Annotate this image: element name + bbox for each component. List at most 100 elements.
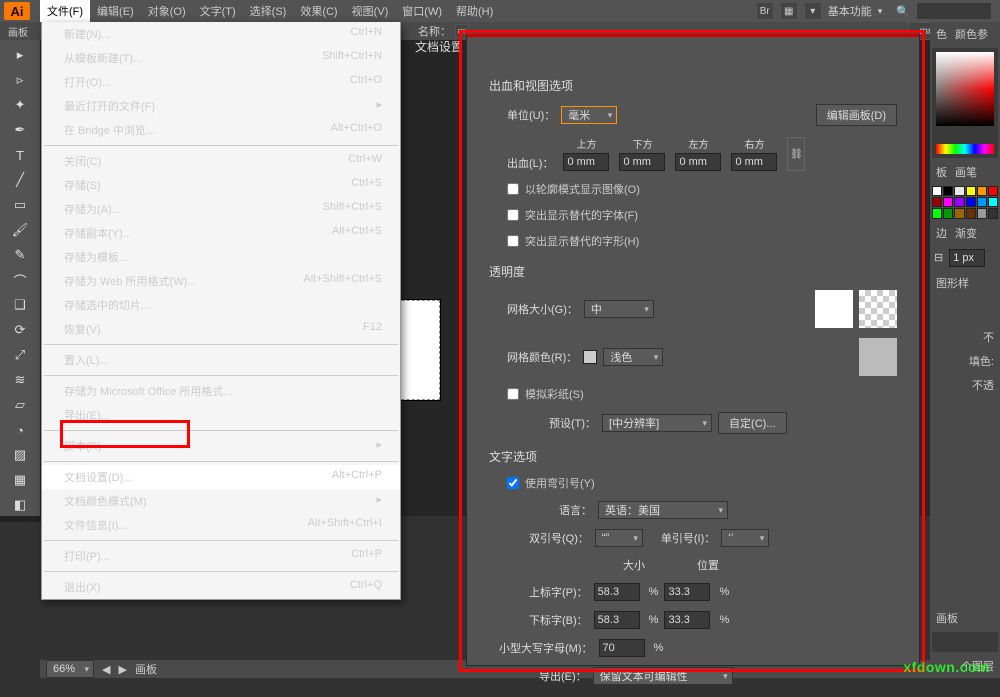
bleed-left-input[interactable] bbox=[675, 153, 721, 171]
menu-object[interactable]: 对象(O) bbox=[141, 0, 193, 22]
nav-prev-icon[interactable]: ◀ bbox=[102, 663, 110, 676]
outline-mode-check[interactable]: 以轮廓模式显示图像(O) bbox=[489, 181, 897, 197]
highlight-fonts-check[interactable]: 突出显示替代的字体(F) bbox=[489, 207, 897, 223]
menu-file[interactable]: 文件(F) bbox=[40, 0, 90, 22]
file-menu-item[interactable]: 存储为 Microsoft Office 所用格式... bbox=[42, 379, 400, 403]
workspace-label[interactable]: 基本功能 bbox=[828, 3, 872, 19]
file-menu-item[interactable]: 打开(O)...Ctrl+O bbox=[42, 70, 400, 94]
curly-quotes-check[interactable]: 使用弯引号(Y) bbox=[489, 475, 897, 491]
grid-size-select[interactable]: 中 bbox=[584, 300, 654, 318]
file-menu-item[interactable]: 导出(E)... bbox=[42, 403, 400, 427]
file-menu-item[interactable]: 退出(X)Ctrl+Q bbox=[42, 575, 400, 599]
file-menu-item[interactable]: 恢复(V)F12 bbox=[42, 317, 400, 341]
type-tool[interactable]: T bbox=[9, 144, 31, 166]
menu-select[interactable]: 选择(S) bbox=[243, 0, 294, 22]
search-icon[interactable]: 🔍 bbox=[896, 5, 910, 18]
magic-wand-tool[interactable]: ✦ bbox=[9, 94, 31, 116]
file-menu-item[interactable]: 存储为 Web 所用格式(W)...Alt+Shift+Ctrl+S bbox=[42, 269, 400, 293]
subscript-pos-input[interactable] bbox=[664, 611, 710, 629]
chevron-down-icon[interactable]: ▾ bbox=[878, 6, 883, 17]
tab-transparency[interactable]: 不透 bbox=[968, 375, 998, 395]
menu-view[interactable]: 视图(V) bbox=[345, 0, 396, 22]
bridge-icon[interactable]: Br bbox=[756, 2, 774, 20]
search-input[interactable] bbox=[916, 2, 992, 20]
file-menu-item[interactable]: 文件信息(I)...Alt+Shift+Ctrl+I bbox=[42, 513, 400, 537]
simulate-paper-check[interactable]: 模拟彩纸(S) bbox=[489, 386, 897, 402]
superscript-pos-input[interactable] bbox=[664, 583, 710, 601]
line-tool[interactable]: ╱ bbox=[9, 169, 31, 191]
link-bleed-icon[interactable]: ⛓ bbox=[787, 137, 805, 171]
file-menu-item[interactable]: 从模板新建(T)...Shift+Ctrl+N bbox=[42, 46, 400, 70]
width-tool[interactable]: ≋ bbox=[9, 369, 31, 391]
tab-fill[interactable]: 填色: bbox=[965, 351, 998, 371]
menu-help[interactable]: 帮助(H) bbox=[449, 0, 500, 22]
mesh-tool[interactable]: ▦ bbox=[9, 469, 31, 491]
bleed-bottom-input[interactable] bbox=[619, 153, 665, 171]
file-menu-item[interactable]: 在 Bridge 中浏览...Alt+Ctrl+O bbox=[42, 118, 400, 142]
perspective-tool[interactable]: ▨ bbox=[9, 444, 31, 466]
menu-window[interactable]: 窗口(W) bbox=[395, 0, 449, 22]
rotate-tool[interactable]: ⟳ bbox=[9, 319, 31, 341]
export-select[interactable]: 保留文本可编辑性 bbox=[593, 667, 733, 685]
tab-swatches[interactable]: 板 bbox=[932, 162, 951, 182]
grid-color-select[interactable]: 浅色 bbox=[603, 348, 663, 366]
superscript-size-input[interactable] bbox=[594, 583, 640, 601]
tab-gradient[interactable]: 渐变 bbox=[951, 223, 981, 243]
tab-graphic-styles[interactable]: 图形样 bbox=[932, 273, 973, 293]
unit-select[interactable]: 毫米 bbox=[561, 106, 617, 124]
file-menu-item[interactable]: 文档颜色模式(M)▸ bbox=[42, 489, 400, 513]
stroke-width-input[interactable] bbox=[949, 249, 985, 267]
eraser-tool[interactable]: ❑ bbox=[9, 294, 31, 316]
dq-select[interactable]: “” bbox=[595, 529, 643, 547]
watermark: xfdown.com bbox=[903, 659, 990, 675]
file-menu-item[interactable]: 置入(L)... bbox=[42, 348, 400, 372]
file-menu-item[interactable]: 文档设置(D)...Alt+Ctrl+P bbox=[42, 465, 400, 489]
menu-effect[interactable]: 效果(C) bbox=[293, 0, 344, 22]
menu-type[interactable]: 文字(T) bbox=[193, 0, 243, 22]
color-picker-panel[interactable] bbox=[932, 48, 998, 158]
direct-select-tool[interactable]: ▹ bbox=[9, 69, 31, 91]
smallcaps-input[interactable] bbox=[599, 639, 645, 657]
shape-builder-tool[interactable]: ◔ bbox=[9, 419, 31, 441]
menu-edit[interactable]: 编辑(E) bbox=[90, 0, 141, 22]
file-menu-item[interactable]: 存储副本(Y)...Alt+Ctrl+S bbox=[42, 221, 400, 245]
zoom-select[interactable]: 66% bbox=[46, 660, 94, 678]
nav-next-icon[interactable]: ▶ bbox=[119, 663, 127, 676]
file-menu-item[interactable]: 存储为(A)...Shift+Ctrl+S bbox=[42, 197, 400, 221]
blob-brush-tool[interactable]: ⌒ bbox=[9, 269, 31, 291]
brush-tool[interactable]: 🖌 bbox=[9, 219, 31, 241]
subscript-size-input[interactable] bbox=[594, 611, 640, 629]
language-select[interactable]: 英语：美国 bbox=[598, 501, 728, 519]
bleed-top-input[interactable] bbox=[563, 153, 609, 171]
file-menu-item[interactable]: 关闭(C)Ctrl+W bbox=[42, 149, 400, 173]
gradient-tool[interactable]: ◧ bbox=[9, 494, 31, 516]
pencil-tool[interactable]: ✎ bbox=[9, 244, 31, 266]
tab-artboards[interactable]: 画板 bbox=[932, 608, 962, 628]
tab-stroke[interactable]: 边 bbox=[932, 223, 951, 243]
pen-tool[interactable]: ✒ bbox=[9, 119, 31, 141]
selection-tool[interactable]: ▸ bbox=[9, 44, 31, 66]
tab-brushes[interactable]: 画笔 bbox=[951, 162, 981, 182]
tab-colorguide[interactable]: 颜色参 bbox=[951, 24, 992, 44]
edit-artboard-button[interactable]: 编辑画板(D) bbox=[816, 104, 897, 126]
tab-color[interactable]: 色 bbox=[932, 24, 951, 44]
rect-tool[interactable]: ▭ bbox=[9, 194, 31, 216]
bleed-right-input[interactable] bbox=[731, 153, 777, 171]
swatches-grid[interactable] bbox=[930, 184, 1000, 221]
tab-opacity[interactable]: 不 bbox=[979, 327, 998, 347]
arrange-icon[interactable]: ▦ bbox=[780, 2, 798, 20]
file-menu-item[interactable]: 存储为模板... bbox=[42, 245, 400, 269]
file-menu-item[interactable]: 新建(N)...Ctrl+N bbox=[42, 22, 400, 46]
layout-icon[interactable]: ▾ bbox=[804, 2, 822, 20]
preset-select[interactable]: [中分辨率] bbox=[602, 414, 712, 432]
scale-tool[interactable]: ⤢ bbox=[9, 344, 31, 366]
file-menu-item[interactable]: 脚本(R)▸ bbox=[42, 434, 400, 458]
file-menu-item[interactable]: 存储选中的切片... bbox=[42, 293, 400, 317]
file-menu-item[interactable]: 最近打开的文件(F)▸ bbox=[42, 94, 400, 118]
free-transform-tool[interactable]: ▱ bbox=[9, 394, 31, 416]
file-menu-item[interactable]: 打印(P)...Ctrl+P bbox=[42, 544, 400, 568]
custom-button[interactable]: 自定(C)... bbox=[718, 412, 786, 434]
sq-select[interactable]: ‘’ bbox=[721, 529, 769, 547]
file-menu-item[interactable]: 存储(S)Ctrl+S bbox=[42, 173, 400, 197]
highlight-glyphs-check[interactable]: 突出显示替代的字形(H) bbox=[489, 233, 897, 249]
